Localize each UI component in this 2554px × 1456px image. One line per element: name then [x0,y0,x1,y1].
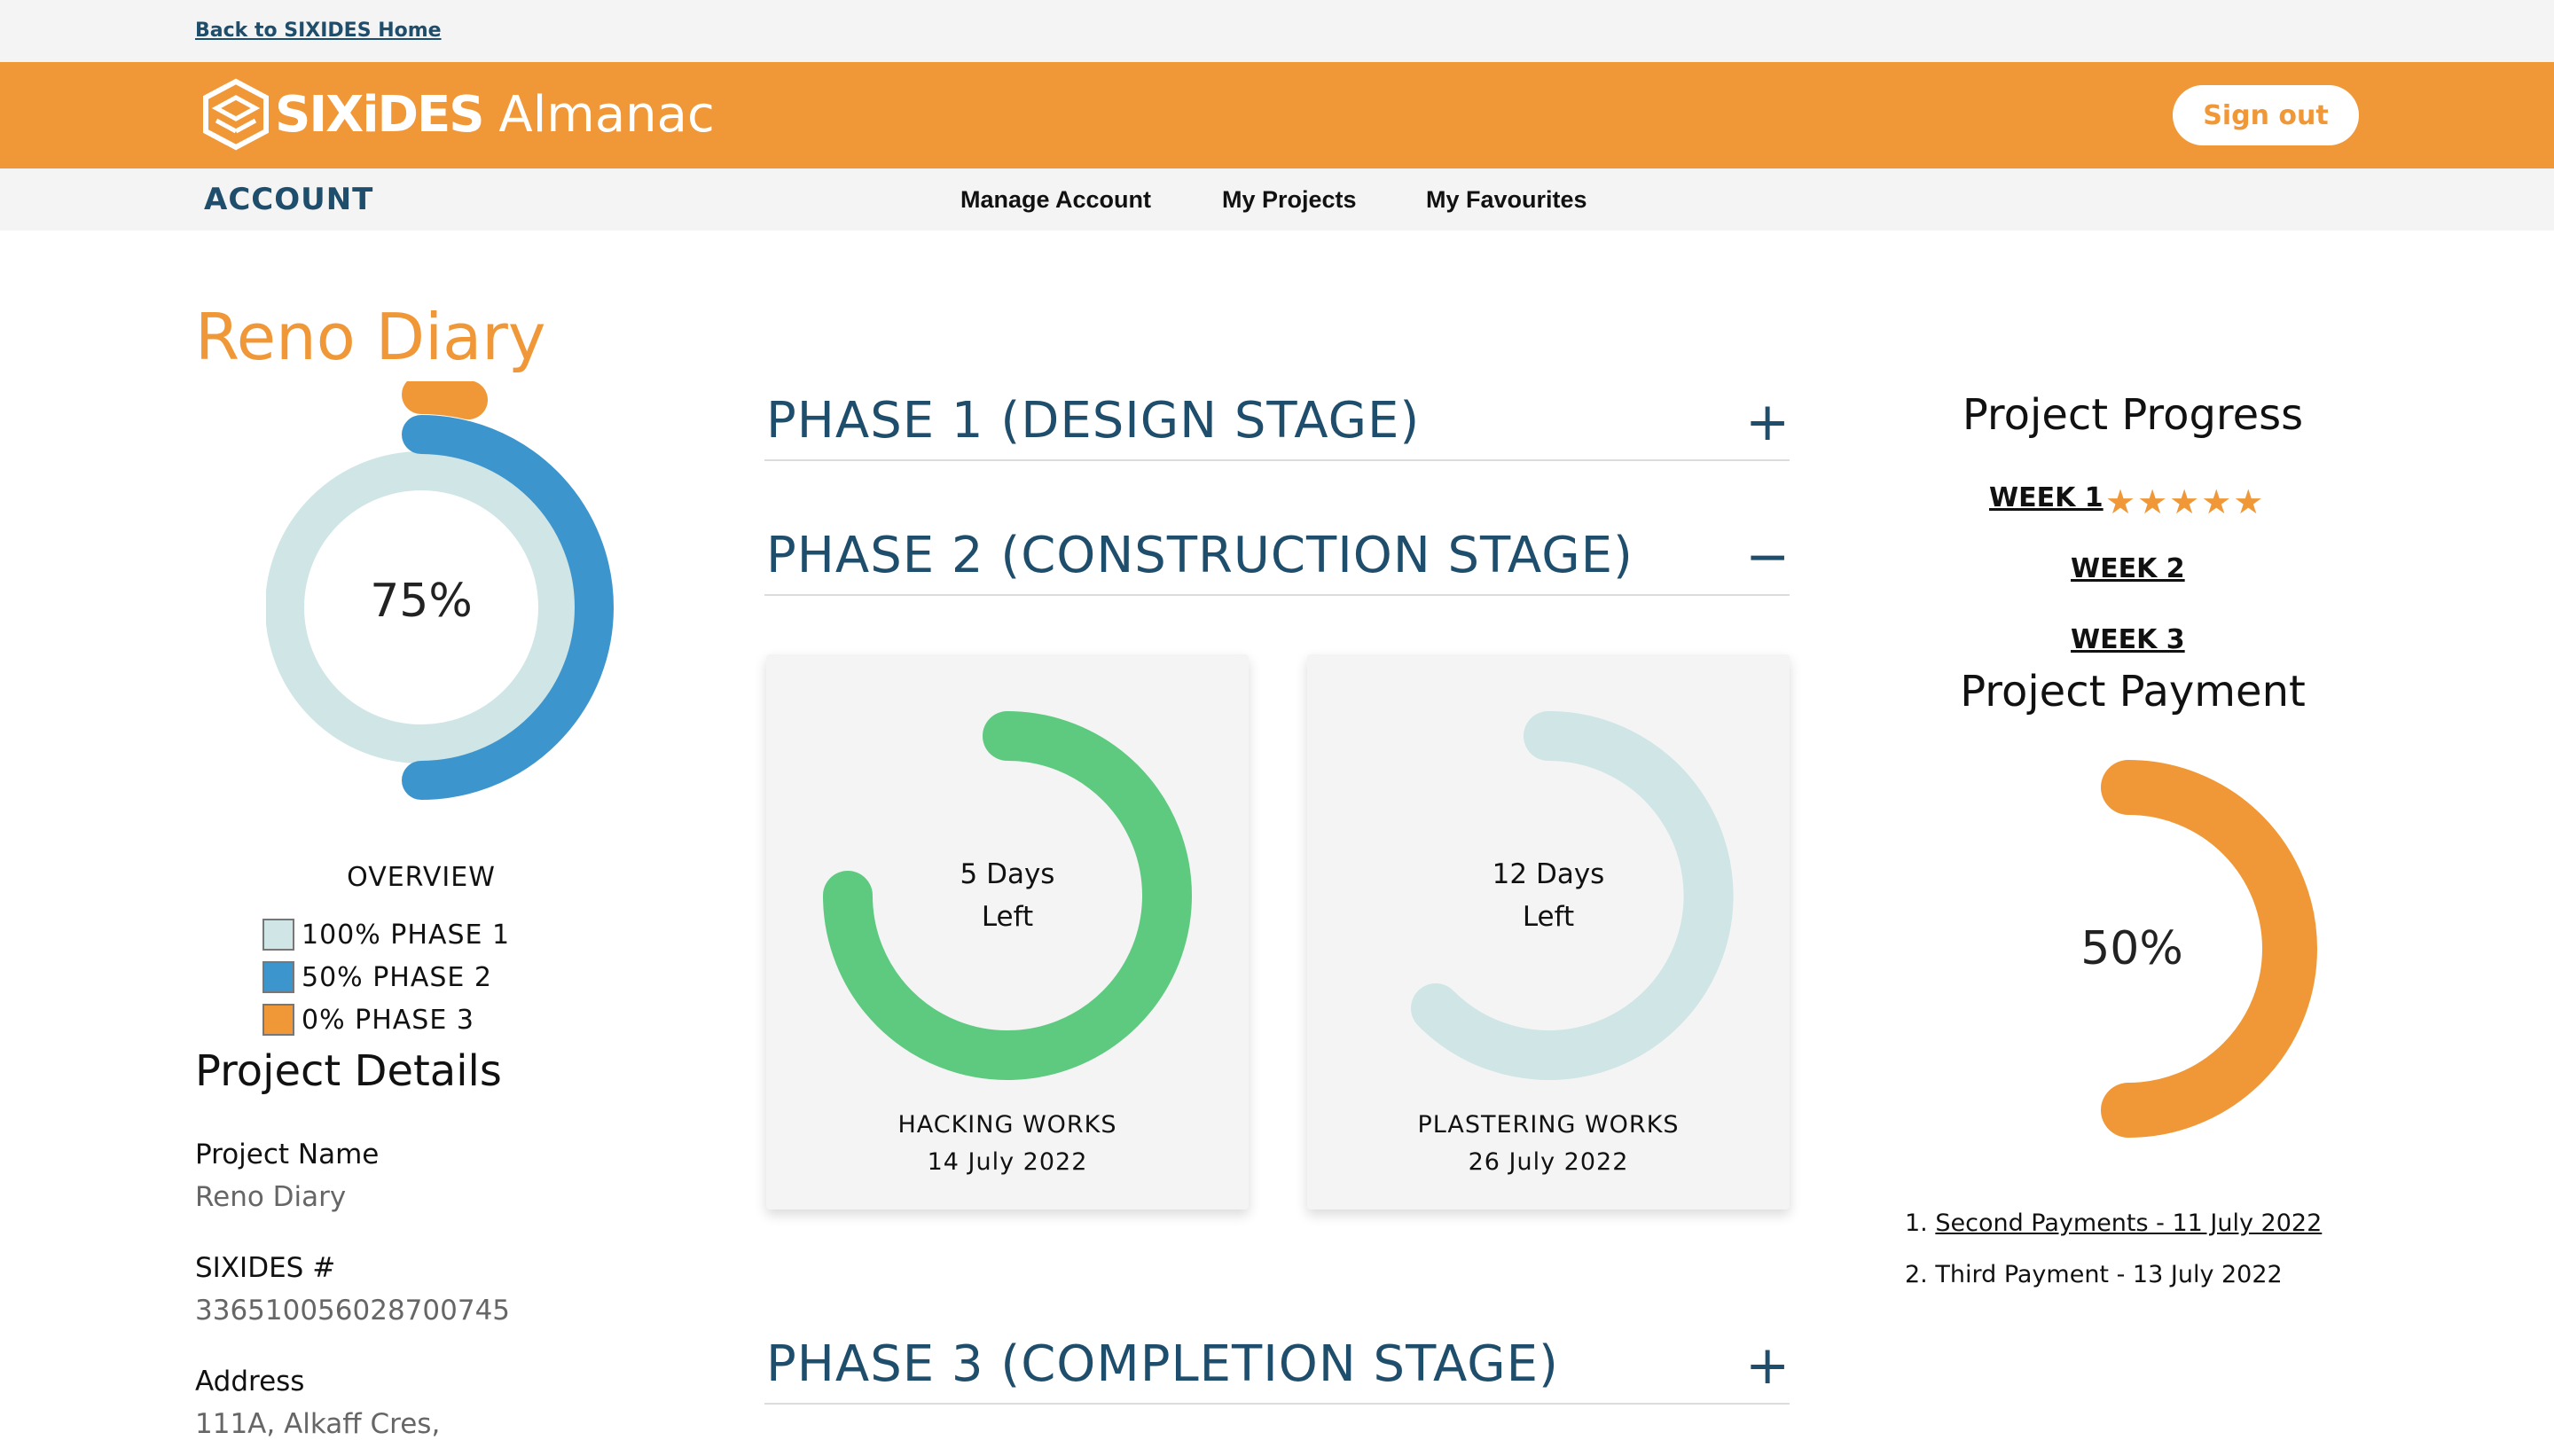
legend-phase1: 100% PHASE 1 [262,919,510,951]
payment-item-number: 1. [1905,1209,1928,1237]
phase2-divider [764,594,1790,596]
task-days-left: 12 Days Left [1415,853,1681,938]
field-label-address: Address [195,1366,305,1397]
legend-phase2: 50% PHASE 2 [262,961,492,993]
task-date: 14 July 2022 [927,1148,1088,1176]
task-name: HACKING WORKS [897,1111,1117,1139]
legend-phase3: 0% PHASE 3 [262,1004,474,1036]
nav-manage-account[interactable]: Manage Account [960,186,1151,214]
nav-my-favourites[interactable]: My Favourites [1426,186,1587,214]
phase2-collapse-icon[interactable]: − [1745,530,1790,583]
legend-label: 100% PHASE 1 [302,919,511,951]
brand-light: Almanac [498,86,715,144]
nav-my-projects[interactable]: My Projects [1222,186,1357,214]
project-payment-title: Project Payment [1960,667,2306,716]
field-label-sixides-number: SIXIDES # [195,1252,336,1284]
phase3-expand-icon[interactable]: + [1745,1339,1790,1392]
task-days-suffix: Left [1522,901,1575,933]
week3-link[interactable]: WEEK 3 [2071,624,2185,655]
legend-label: 50% PHASE 2 [302,961,493,993]
week1-star-rating-icon: ★★★★★ [2105,482,2266,521]
payment-item: 2. Third Payment - 13 July 2022 [1905,1261,2283,1288]
field-value-project-name: Reno Diary [195,1181,347,1213]
field-value-address: 111A, Alkaff Cres, [195,1408,441,1440]
phase1-title[interactable]: PHASE 1 (DESIGN STAGE) [766,392,1420,450]
back-home-link[interactable]: Back to SIXIDES Home [195,20,442,42]
phase1-expand-icon[interactable]: + [1745,395,1790,449]
phase2-title[interactable]: PHASE 2 (CONSTRUCTION STAGE) [766,527,1633,584]
task-card-hacking[interactable]: 5 Days Left HACKING WORKS 14 July 2022 [766,654,1249,1209]
task-days-left: 5 Days Left [874,853,1140,938]
field-label-project-name: Project Name [195,1139,380,1170]
phase1-divider [764,459,1790,461]
task-days-suffix: Left [981,901,1034,933]
week1-link[interactable]: WEEK 1 [1989,482,2104,513]
payment-percent: 50% [2080,922,2183,975]
project-details-title: Project Details [195,1046,502,1096]
week2-link[interactable]: WEEK 2 [2071,553,2185,584]
overview-percent: 75% [370,575,473,628]
brand-bold: SIXiDES [275,86,485,144]
task-name: PLASTERING WORKS [1417,1111,1680,1139]
legend-label: 0% PHASE 3 [302,1004,474,1036]
task-caption: PLASTERING WORKS 26 July 2022 [1307,1107,1790,1181]
task-card-plastering[interactable]: 12 Days Left PLASTERING WORKS 26 July 20… [1307,654,1790,1209]
project-progress-title: Project Progress [1962,390,2304,440]
payment-item-text: Third Payment - 13 July 2022 [1935,1261,2283,1288]
phase3-divider [764,1403,1790,1405]
payment-item-link[interactable]: Second Payments - 11 July 2022 [1935,1209,2322,1237]
page-title: Reno Diary [195,300,546,374]
brand-name: SIXiDES Almanac [275,82,715,149]
task-date: 26 July 2022 [1468,1148,1629,1176]
payment-item-number: 2. [1905,1261,1928,1288]
task-days: 12 Days [1492,858,1605,890]
ring-phase3-arc [402,381,488,419]
task-days: 5 Days [960,858,1055,890]
phase3-title[interactable]: PHASE 3 (COMPLETION STAGE) [766,1335,1559,1393]
overview-title: OVERVIEW [347,862,496,893]
legend-swatch [262,919,294,951]
field-value-sixides-number: 336510056028700745 [195,1295,511,1327]
sign-out-button[interactable]: Sign out [2173,85,2359,145]
task-caption: HACKING WORKS 14 July 2022 [766,1107,1249,1181]
account-section-label: ACCOUNT [204,182,374,217]
sixides-logo-icon [203,78,269,151]
legend-swatch [262,961,294,993]
legend-swatch [262,1004,294,1036]
payment-item[interactable]: 1. Second Payments - 11 July 2022 [1905,1209,2322,1237]
